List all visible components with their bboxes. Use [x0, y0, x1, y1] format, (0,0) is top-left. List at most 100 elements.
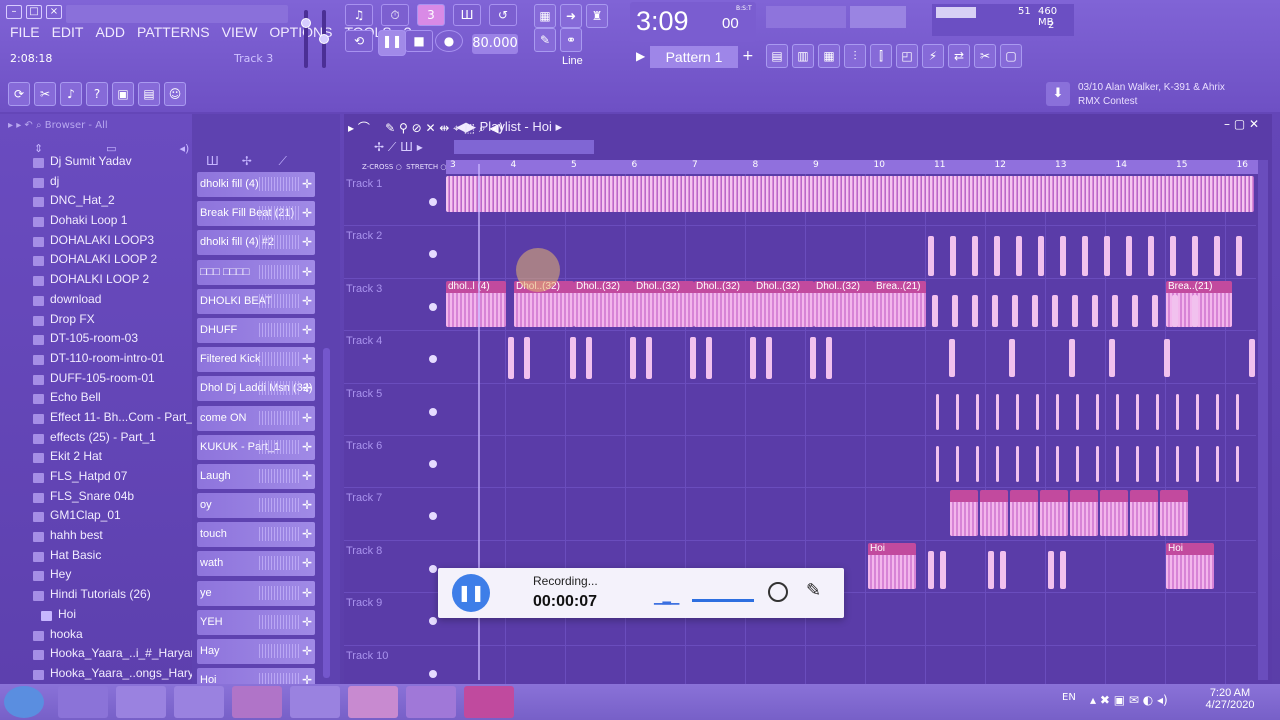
- browser-item[interactable]: FLS_Snare 04b: [0, 489, 192, 509]
- audio-clip[interactable]: Dhol..(32): [754, 280, 814, 327]
- pitch-handle[interactable]: [319, 34, 329, 44]
- audio-clip[interactable]: Hoi: [868, 542, 916, 589]
- channel-button[interactable]: YEH ✛: [197, 609, 315, 635]
- file-explorer-icon[interactable]: [116, 686, 166, 718]
- vertical-scrollbar[interactable]: [1258, 160, 1268, 680]
- audio-blip[interactable]: [1032, 294, 1038, 327]
- channel-button[interactable]: KUKUK - Part_1 ✛: [197, 434, 315, 460]
- audio-blip[interactable]: [1056, 446, 1059, 482]
- audio-clip[interactable]: [1040, 490, 1068, 537]
- rack-tools[interactable]: Ш ✢ ⟋: [206, 154, 287, 169]
- song-position-display[interactable]: 3:09 00 B:S:T: [630, 2, 756, 42]
- browser-item[interactable]: dj: [0, 174, 192, 194]
- track-mute-led[interactable]: [429, 512, 437, 521]
- audio-clip[interactable]: [1100, 490, 1128, 537]
- browser-item[interactable]: hooka: [0, 627, 192, 647]
- audio-clip[interactable]: Hoi: [1166, 542, 1214, 589]
- channel-options-icon[interactable]: ✛: [302, 610, 312, 634]
- audio-clip[interactable]: Dhol..(32): [634, 280, 694, 327]
- audio-blip[interactable]: [1038, 236, 1044, 277]
- pause-button[interactable]: ❚❚: [378, 30, 406, 56]
- track-name[interactable]: Track 8: [346, 545, 382, 557]
- track-name[interactable]: Track 6: [346, 440, 382, 452]
- channel-button[interactable]: oy ✛: [197, 493, 315, 519]
- menu-view[interactable]: VIEW: [216, 24, 264, 40]
- browser-item[interactable]: hahh best: [0, 528, 192, 548]
- audio-blip[interactable]: [1170, 236, 1176, 277]
- browser-item[interactable]: Echo Bell: [0, 390, 192, 410]
- browser-item[interactable]: FLS_Hatpd 07: [0, 469, 192, 489]
- track-mute-led[interactable]: [429, 669, 437, 678]
- export-icon[interactable]: ▤: [138, 82, 160, 106]
- audio-blip[interactable]: [1152, 294, 1158, 327]
- pause-recording-button[interactable]: ❚❚: [452, 574, 490, 612]
- audio-blip[interactable]: [524, 337, 530, 380]
- channel-button[interactable]: ye ✛: [197, 580, 315, 606]
- ie-icon[interactable]: [58, 686, 108, 718]
- pen-icon[interactable]: ✎: [806, 580, 821, 601]
- fl-studio-task-icon[interactable]: [406, 686, 456, 718]
- channel-options-icon[interactable]: ✛: [302, 260, 312, 284]
- audio-blip[interactable]: [1126, 236, 1132, 277]
- channel-options-icon[interactable]: ✛: [302, 172, 312, 196]
- audio-blip[interactable]: [750, 337, 756, 380]
- language-indicator[interactable]: EN: [1062, 692, 1076, 703]
- media-player-icon[interactable]: [174, 686, 224, 718]
- audio-blip[interactable]: [1009, 339, 1015, 378]
- tray-icons[interactable]: ▴ ✖ ▣ ✉ ◐ ◂): [1090, 693, 1168, 707]
- link-icon[interactable]: ⚭: [560, 28, 582, 52]
- audio-blip[interactable]: [1060, 550, 1066, 589]
- audio-blip[interactable]: [940, 550, 946, 589]
- audio-blip[interactable]: [1236, 393, 1239, 430]
- close-icon[interactable]: ×: [46, 5, 62, 19]
- pattern-selector[interactable]: ▶ Pattern 1 +: [636, 46, 754, 68]
- audio-blip[interactable]: [1016, 446, 1019, 482]
- menu-patterns[interactable]: PATTERNS: [131, 24, 216, 40]
- project-icon[interactable]: ◰: [896, 44, 918, 68]
- song-mode-icon[interactable]: ⟲: [345, 30, 373, 52]
- metronome-icon[interactable]: ♫: [345, 4, 373, 26]
- track-mute-led[interactable]: [429, 617, 437, 626]
- playlist-icon[interactable]: ▤: [766, 44, 788, 68]
- rack-scrollbar[interactable]: [323, 348, 330, 678]
- channel-button[interactable]: wath ✛: [197, 551, 315, 577]
- save-icon[interactable]: ▣: [112, 82, 134, 106]
- browser-item[interactable]: Hat Basic: [0, 548, 192, 568]
- audio-blip[interactable]: [1096, 393, 1099, 430]
- channel-button[interactable]: Filtered Kick ✛: [197, 347, 315, 373]
- audio-blip[interactable]: [1092, 294, 1098, 327]
- refresh-icon[interactable]: ⟳: [8, 82, 30, 106]
- channel-options-icon[interactable]: ✛: [302, 376, 312, 400]
- pdf-icon[interactable]: [232, 686, 282, 718]
- track-name[interactable]: Track 4: [346, 335, 382, 347]
- browser-item[interactable]: Dj Sumit Yadav: [0, 154, 192, 174]
- audio-blip[interactable]: [1214, 236, 1220, 277]
- scissors-icon[interactable]: ✂: [34, 82, 56, 106]
- browser-item[interactable]: Ekit 2 Hat: [0, 449, 192, 469]
- audio-blip[interactable]: [1236, 236, 1242, 277]
- media-icon[interactable]: [290, 686, 340, 718]
- track-name[interactable]: Track 2: [346, 230, 382, 242]
- audio-blip[interactable]: [1196, 393, 1199, 430]
- browser-item[interactable]: DOHALAKI LOOP 2: [0, 252, 192, 272]
- audio-blip[interactable]: [1216, 446, 1219, 482]
- audio-blip[interactable]: [1104, 236, 1110, 277]
- track-name[interactable]: Track 3: [346, 283, 382, 295]
- audio-blip[interactable]: [976, 393, 979, 430]
- audio-blip[interactable]: [928, 550, 934, 589]
- chat-icon[interactable]: ☺: [164, 82, 186, 106]
- taskbar-clock[interactable]: 7:20 AM 4/27/2020: [1200, 687, 1260, 711]
- browser-item[interactable]: GM1Clap_01: [0, 508, 192, 528]
- restore-icon[interactable]: □: [26, 5, 42, 19]
- arrow-icon[interactable]: ➜: [560, 4, 582, 28]
- track-lane[interactable]: [446, 383, 1256, 435]
- browser-item[interactable]: Hoi: [0, 607, 192, 627]
- audio-blip[interactable]: [1000, 550, 1006, 589]
- menu-add[interactable]: ADD: [89, 24, 131, 40]
- channel-button[interactable]: touch ✛: [197, 522, 315, 548]
- audio-clip[interactable]: Dhol..(32): [574, 280, 634, 327]
- channel-options-icon[interactable]: ✛: [302, 318, 312, 342]
- audio-blip[interactable]: [1196, 446, 1199, 482]
- playlist-window-controls[interactable]: – ▢ ✕: [1224, 117, 1259, 131]
- channel-options-icon[interactable]: ✛: [302, 289, 312, 313]
